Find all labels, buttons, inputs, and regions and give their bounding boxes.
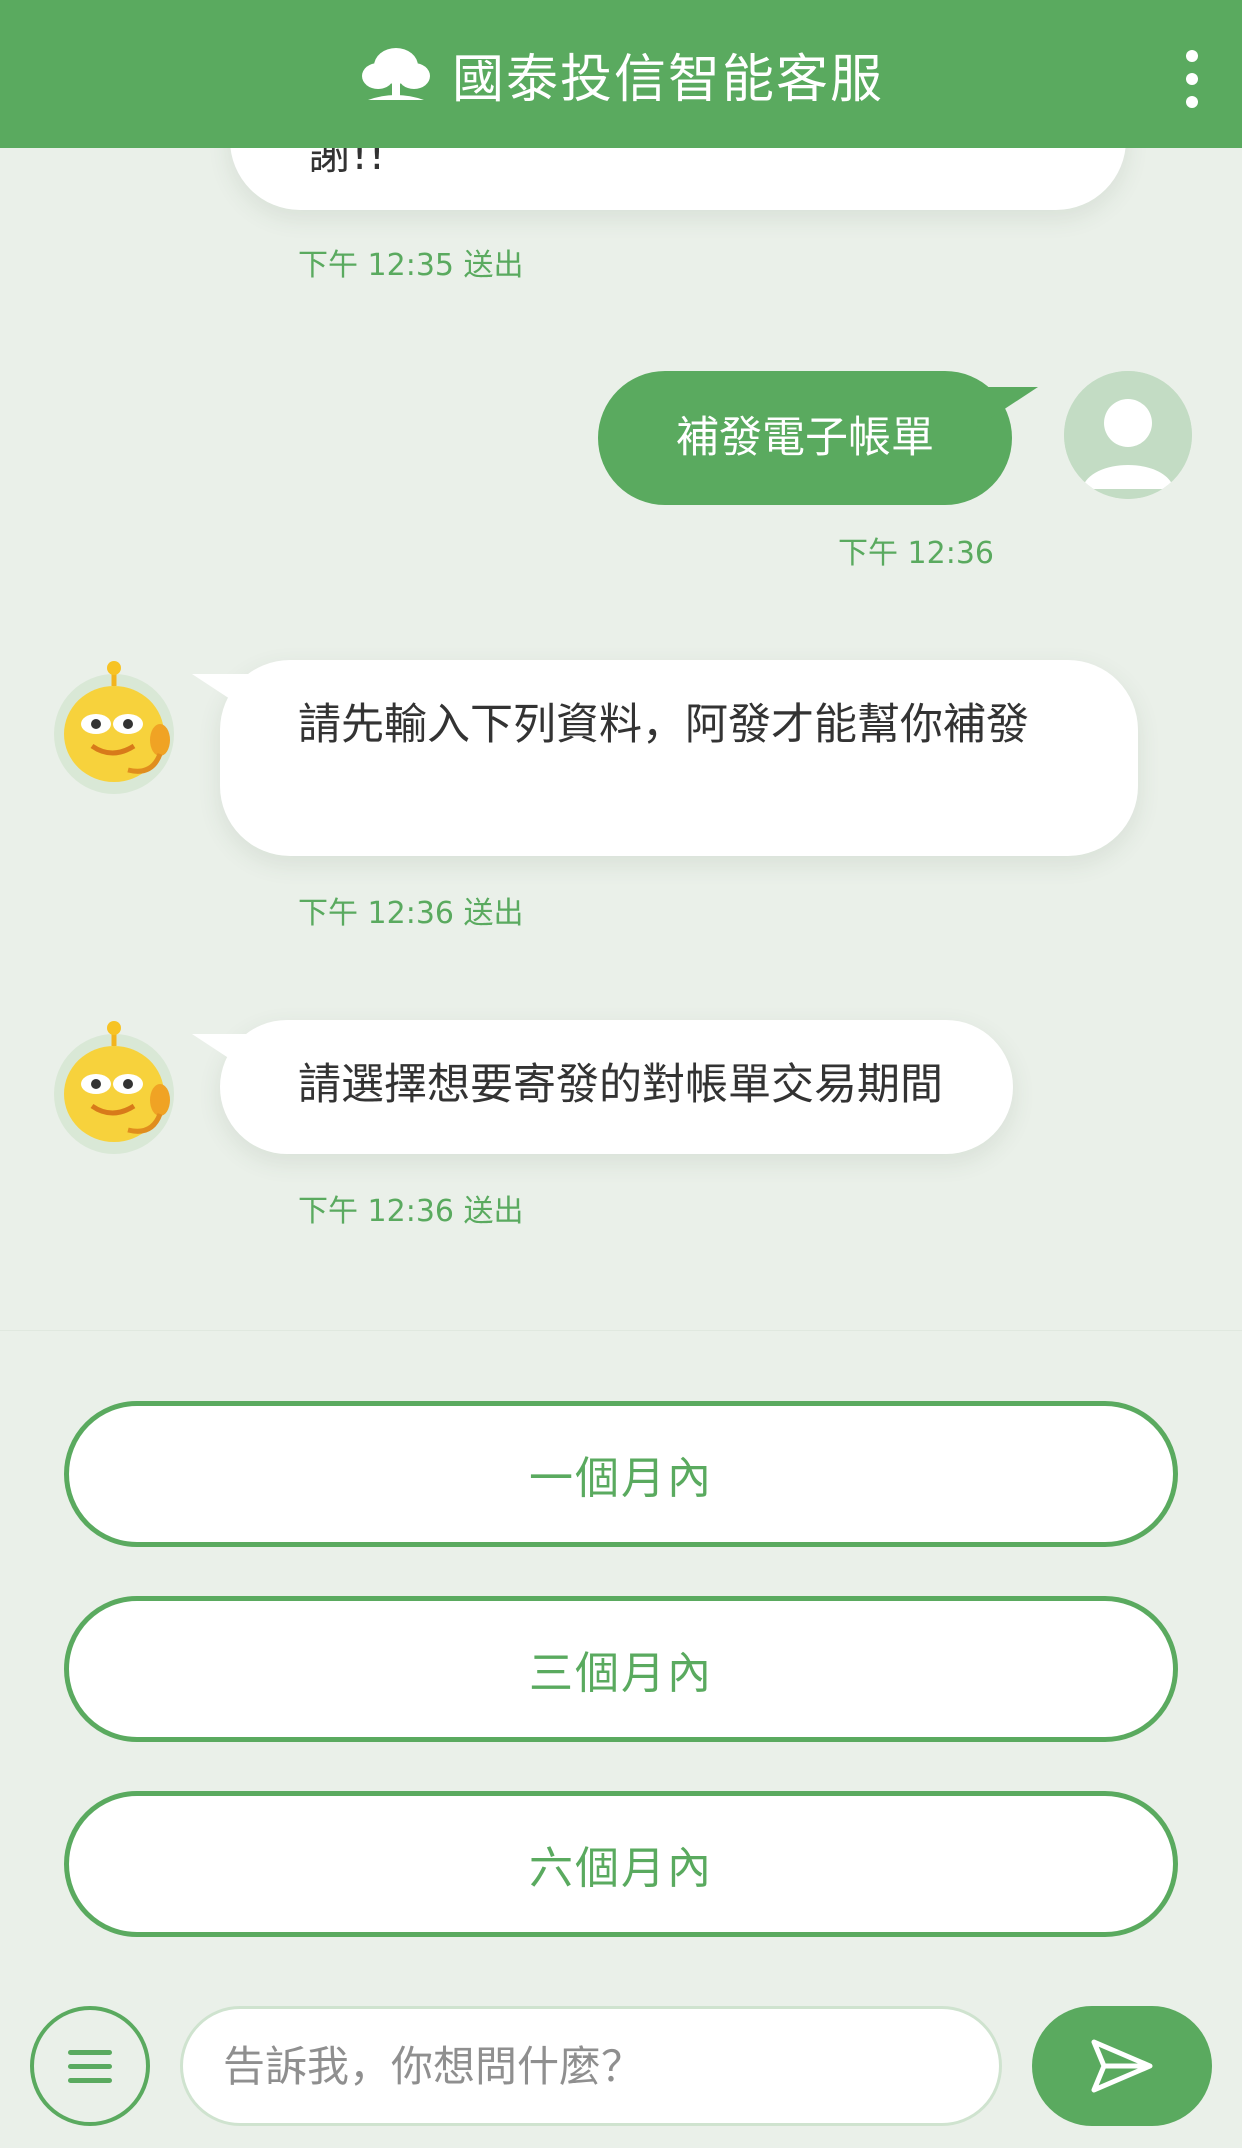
app-header: 國泰投信智能客服 [0, 0, 1242, 148]
message-time: 下午 12:36 [838, 536, 994, 571]
message-input[interactable] [180, 2006, 1002, 2126]
send-button[interactable] [1032, 2006, 1212, 2126]
message-bubble-bot: 請先輸入下列資料，阿發才能幫你補發 [192, 660, 1138, 856]
quick-reply-button-3[interactable]: 三個月內 [64, 1596, 1178, 1742]
message-bubble-user: 補發電子帳單 [598, 371, 1038, 505]
message-time: 下午 12:36 送出 [298, 1194, 524, 1229]
user-avatar-icon [1064, 371, 1192, 499]
quick-reply-button-1[interactable]: 一個月內 [64, 1401, 1178, 1547]
message-time: 下午 12:35 送出 [298, 248, 524, 283]
hamburger-menu-icon[interactable] [30, 2006, 150, 2126]
page-title: 國泰投信智能客服 [451, 49, 884, 110]
bubble-tail [192, 1034, 262, 1080]
chat-area[interactable]: 謝!! 下午 12:35 送出 補發電子帳單 下午 12:36 請先輸入下列資料… [0, 0, 1242, 1330]
input-bar [0, 1998, 1242, 2148]
message-text: 請先輸入下列資料，阿發才能幫你補發 [298, 700, 1029, 750]
header-brand: 國泰投信智能客服 [358, 37, 884, 112]
quick-reply-button-6[interactable]: 六個月內 [64, 1791, 1178, 1937]
bot-avatar-icon [52, 658, 176, 796]
message-bubble-bot: 請選擇想要寄發的對帳單交易期間 [192, 1020, 1013, 1154]
tree-icon [361, 48, 430, 100]
message-text: 請選擇想要寄發的對帳單交易期間 [298, 1060, 943, 1110]
bot-avatar-icon [52, 1018, 176, 1156]
send-icon [1091, 2039, 1153, 2093]
message-text: 補發電子帳單 [676, 413, 934, 463]
message-time: 下午 12:36 送出 [298, 896, 524, 931]
more-vertical-icon[interactable] [1182, 50, 1202, 108]
bubble-tail [192, 674, 262, 720]
quick-reply-panel: 一個月內 三個月內 六個月內 [0, 1330, 1242, 1998]
bubble-tail [968, 387, 1038, 433]
